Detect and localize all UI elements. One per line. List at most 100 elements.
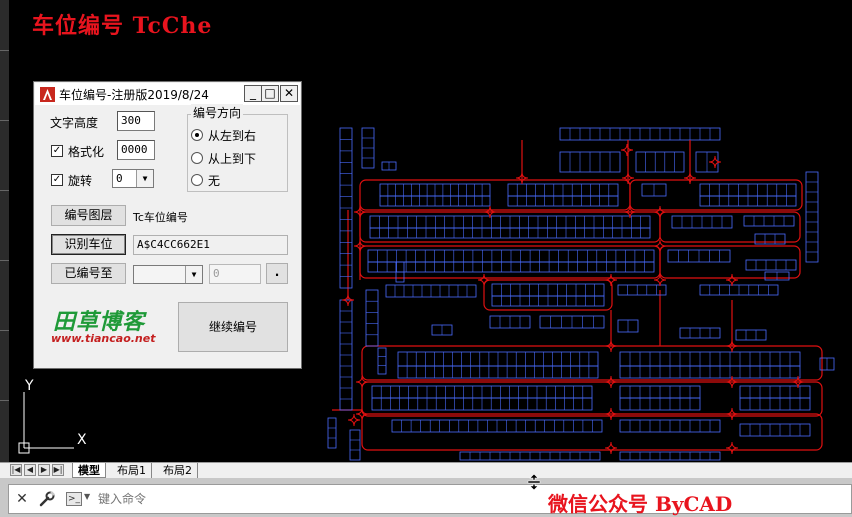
parking-stall-row [619, 385, 701, 399]
direction-label-none: 无 [208, 174, 221, 188]
close-icon[interactable]: ✕ [14, 491, 30, 507]
parking-stall-row [699, 195, 797, 207]
tiancao-logo[interactable]: 田草博客 www.tiancao.net [49, 304, 179, 350]
parking-stall-row [369, 215, 651, 229]
parking-stall-row [385, 284, 477, 298]
parking-stall-row [739, 397, 811, 411]
tab-layout2[interactable]: 布局2 [158, 463, 198, 478]
direction-label-top-to-bottom: 从上到下 [208, 152, 257, 166]
left-edge-strip [0, 0, 9, 462]
last-tab-icon[interactable]: ▶| [52, 464, 64, 476]
direction-radio-top-to-bottom[interactable] [191, 152, 203, 164]
parking-stall-column [327, 417, 337, 449]
parking-stall-column [365, 289, 379, 347]
layer-button[interactable]: 编号图层 [51, 205, 126, 226]
chevron-down-icon: ▼ [136, 170, 153, 187]
parking-stall-row [743, 215, 795, 227]
parking-stall-row [381, 161, 397, 171]
parking-stall-row [371, 385, 593, 399]
dot-button[interactable]: . [266, 263, 288, 284]
first-tab-icon[interactable]: |◀ [10, 464, 22, 476]
prev-tab-icon[interactable]: ◀ [24, 464, 36, 476]
parking-stall-row [507, 195, 619, 207]
dialog-title: 车位编号-注册版2019/8/24 [59, 88, 209, 102]
parking-stall-row [367, 261, 655, 273]
parking-stall-row [735, 329, 767, 341]
identify-value: A$C4CC662E1 [133, 235, 288, 255]
rotate-label: 旋转 [68, 174, 93, 188]
parking-stall-row [489, 315, 531, 329]
maximize-button[interactable]: □ [261, 85, 279, 102]
road-junction [620, 143, 634, 157]
parking-number-dialog: 车位编号-注册版2019/8/24 _ □ ✕ 文字高度 300 ✓ 格式化 0… [33, 81, 302, 369]
numbered-to-select[interactable]: ▼ [133, 265, 203, 284]
wrench-icon[interactable] [38, 491, 56, 507]
road-junction [725, 441, 739, 455]
numbered-to-input[interactable]: 0 [209, 264, 261, 284]
rotate-select-value: 0 [116, 172, 123, 185]
parking-stall-row [679, 327, 721, 339]
direction-radio-left-to-right[interactable] [191, 129, 203, 141]
parking-stall-row [397, 351, 599, 367]
text-height-input[interactable]: 300 [117, 111, 155, 131]
parking-stall-column [395, 261, 405, 283]
layer-value: Tc车位编号 [133, 211, 188, 224]
parking-stall-row [739, 423, 811, 437]
parking-stall-row [671, 215, 733, 229]
parking-stall-column [361, 127, 375, 169]
resize-vertical-cursor-icon [527, 474, 541, 490]
continue-button[interactable]: 继续编号 [178, 302, 288, 352]
parking-stall-column [339, 127, 353, 289]
parking-stall-row [367, 249, 655, 263]
road-loop [359, 179, 631, 211]
parking-stall-row [619, 351, 801, 367]
road-junction [604, 441, 618, 455]
overlay-title-bottom: 微信公众号 ByCAD [548, 492, 733, 516]
road-loop [659, 211, 801, 243]
layout-tab-bar: |◀ ◀ ▶ ▶| 模型 布局1 布局2 [0, 462, 852, 479]
overlay-title-top: 车位编号 TcChe [32, 13, 213, 39]
parking-stall-row [431, 324, 453, 336]
dialog-titlebar[interactable]: 车位编号-注册版2019/8/24 _ □ ✕ [35, 83, 300, 105]
parking-stall-row [641, 183, 667, 197]
road-junction [725, 273, 739, 287]
road-loop [361, 345, 823, 381]
tab-layout1[interactable]: 布局1 [112, 463, 152, 478]
autocad-a-icon [40, 87, 55, 102]
command-input[interactable] [98, 490, 518, 508]
chevron-down-icon[interactable]: ▼ [84, 492, 90, 501]
numbered-to-button[interactable]: 已编号至 [51, 263, 126, 284]
command-prompt-icon[interactable]: >_ [66, 492, 82, 506]
road-junction [477, 273, 491, 287]
tab-model[interactable]: 模型 [72, 463, 106, 478]
parking-stall-column [349, 429, 361, 461]
format-input[interactable]: 0000 [117, 140, 155, 160]
parking-stall-row [391, 419, 603, 433]
next-tab-icon[interactable]: ▶ [38, 464, 50, 476]
chevron-down-icon: ▼ [185, 266, 202, 283]
parking-stall-row [619, 419, 721, 433]
minimize-button[interactable]: _ [244, 85, 262, 102]
format-checkbox[interactable]: ✓ [51, 145, 63, 157]
parking-stall-row [619, 365, 801, 379]
parking-stall-row [559, 127, 721, 141]
parking-stall-column [377, 347, 387, 375]
close-button[interactable]: ✕ [280, 85, 298, 102]
parking-stall-column [339, 299, 353, 411]
parking-stall-row [619, 451, 721, 461]
parking-stall-row [459, 451, 601, 461]
parking-stall-row [635, 151, 685, 173]
rotate-checkbox[interactable]: ✓ [51, 174, 63, 186]
direction-radio-none[interactable] [191, 174, 203, 186]
parking-stall-row [379, 195, 491, 207]
parking-stall-row [695, 151, 719, 173]
parking-stall-row [764, 271, 790, 281]
parking-stall-row [491, 283, 605, 297]
ucs-x-label: X [77, 432, 87, 448]
parking-stall-row [619, 397, 701, 411]
identify-button[interactable]: 识别车位 [51, 234, 126, 255]
parking-stall-row [739, 385, 811, 399]
road-junction [347, 413, 361, 427]
road-junction [708, 155, 722, 169]
rotate-select[interactable]: 0 ▼ [112, 169, 154, 188]
